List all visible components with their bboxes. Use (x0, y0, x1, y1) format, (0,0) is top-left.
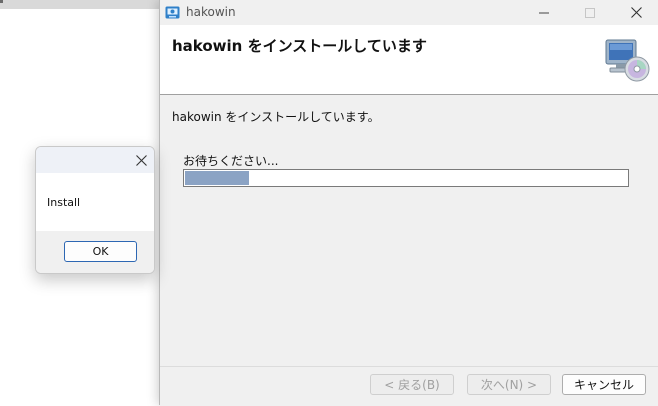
maximize-button[interactable] (567, 0, 613, 25)
message-box: Install OK (35, 146, 155, 274)
minimize-button[interactable] (521, 0, 567, 25)
close-icon (135, 154, 147, 166)
installer-window: hakowin hakowin をインストールしています hakowin をイン… (159, 0, 658, 406)
status-text: hakowin をインストールしています。 (172, 110, 380, 124)
message-box-close-button[interactable] (128, 147, 154, 173)
back-button[interactable]: < 戻る(B) (370, 374, 454, 395)
app-installer-icon (165, 6, 180, 19)
background-corner (0, 0, 3, 3)
progress-bar (183, 169, 629, 187)
progress-fill (185, 171, 249, 185)
maximize-icon (585, 7, 595, 18)
message-text: Install (47, 196, 81, 209)
installer-titlebar[interactable]: hakowin (160, 0, 658, 25)
ok-button[interactable]: OK (64, 241, 137, 262)
window-title: hakowin (186, 5, 236, 19)
close-button[interactable] (613, 0, 658, 25)
background-window-strip (0, 0, 160, 9)
page-title: hakowin をインストールしています (172, 37, 427, 55)
minimize-icon (539, 12, 549, 13)
close-icon (630, 7, 642, 18)
cancel-button[interactable]: キャンセル (562, 374, 646, 395)
computer-cd-icon (605, 39, 650, 82)
installer-header: hakowin をインストールしています (160, 25, 658, 95)
next-button[interactable]: 次へ(N) > (467, 374, 551, 395)
wait-label: お待ちください... (183, 154, 279, 168)
